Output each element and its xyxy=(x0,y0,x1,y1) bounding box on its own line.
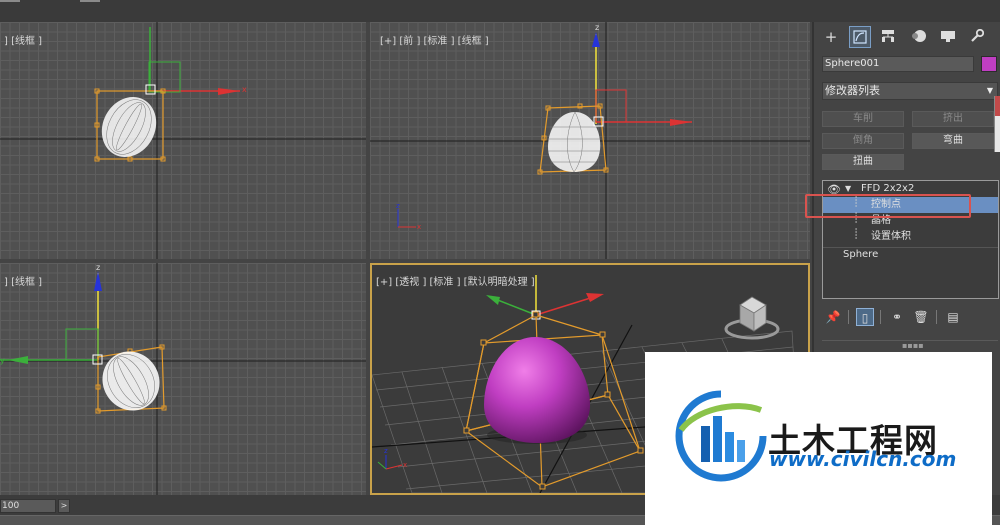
bevel-button[interactable]: 倒角 xyxy=(822,133,904,149)
watermark-url: www.civilcn.com xyxy=(769,447,957,471)
configure-modifier-sets-icon[interactable]: ▤ xyxy=(944,308,962,326)
modifier-stack: 👁 ▼ FFD 2x2x2 ┊ 控制点 ┊ 晶格 ┊ 设置体积 Sphere xyxy=(805,180,999,299)
viewport-label[interactable]: ] [线框 ] xyxy=(4,273,42,288)
stack-toolbar: 📌 ▯ ⚭ 🗑 ▤ xyxy=(822,306,998,328)
menu-fragment xyxy=(80,0,100,2)
modifier-list-dropdown[interactable]: 修改器列表 ▼ xyxy=(822,82,998,100)
viewport-front[interactable]: z z x [+] [前 ] [标准 ] [线框 ] xyxy=(370,22,810,259)
axis-label: x xyxy=(417,223,421,231)
axis-label: z xyxy=(396,202,400,210)
toolbar-divider xyxy=(936,310,937,324)
axis-label: y xyxy=(0,356,5,365)
next-frame-button[interactable]: > xyxy=(58,499,70,513)
viewport-top[interactable]: x ] [线框 ] xyxy=(0,22,366,259)
stack-item-label: Sphere xyxy=(843,249,879,260)
pin-stack-icon[interactable]: 📌 xyxy=(824,308,842,326)
tree-connector: ┊ xyxy=(853,229,860,240)
watermark: 土木工程网 www.civilcn.com xyxy=(645,352,992,525)
display-icon[interactable] xyxy=(938,26,960,48)
panel-scrollbar[interactable] xyxy=(994,96,1000,152)
stack-subitem-label: 设置体积 xyxy=(871,231,911,242)
axis-label: z xyxy=(384,447,388,455)
create-icon[interactable]: + xyxy=(820,26,842,48)
axis-label: x xyxy=(242,85,247,94)
motion-icon[interactable] xyxy=(908,26,930,48)
dropdown-caret-icon: ▼ xyxy=(986,86,993,95)
viewport-label[interactable]: [+] [透视 ] [标准 ] [默认明暗处理 ] xyxy=(376,273,535,288)
modifier-list-label: 修改器列表 xyxy=(825,84,880,97)
modify-icon[interactable] xyxy=(849,26,871,48)
lathe-button[interactable]: 车削 xyxy=(822,111,904,127)
menu-fragment xyxy=(0,0,20,2)
scrollbar-thumb[interactable] xyxy=(995,96,1000,116)
axis-label: z xyxy=(595,23,599,32)
make-unique-icon[interactable]: ⚭ xyxy=(888,308,906,326)
viewport-top-canvas: x xyxy=(0,22,366,259)
remove-modifier-icon[interactable]: 🗑 xyxy=(912,308,930,326)
viewport-label[interactable]: [+] [前 ] [标准 ] [线框 ] xyxy=(380,32,489,47)
utilities-icon[interactable] xyxy=(967,26,989,48)
viewport-label[interactable]: ] [线框 ] xyxy=(4,32,42,47)
frame-counter[interactable]: 100 xyxy=(0,499,56,513)
axis-label: z xyxy=(96,263,100,272)
viewport-left[interactable]: z y ] [线框 ] xyxy=(0,263,366,495)
twist-button[interactable]: 扭曲 xyxy=(822,154,904,170)
show-end-result-icon[interactable]: ▯ xyxy=(856,308,874,326)
watermark-logo xyxy=(675,390,767,482)
stack-item-sphere[interactable]: Sphere xyxy=(823,247,998,263)
annotation-highlight xyxy=(805,194,971,218)
object-color-swatch[interactable] xyxy=(981,56,997,72)
rollout-grip-icon[interactable]: ▪▪▪▪ xyxy=(902,341,924,350)
object-name-field[interactable]: Sphere001 xyxy=(822,56,974,72)
stack-subitem-set-volume[interactable]: ┊ 设置体积 xyxy=(823,229,998,245)
panel-tabs: + xyxy=(814,22,1000,50)
toolbar-divider xyxy=(880,310,881,324)
menu-strip xyxy=(0,0,1000,22)
hierarchy-icon[interactable] xyxy=(878,26,900,48)
toolbar-divider xyxy=(848,310,849,324)
viewport-front-canvas: z z x xyxy=(370,22,810,259)
bend-button[interactable]: 弯曲 xyxy=(912,133,994,149)
axis-label: x xyxy=(403,461,407,469)
extrude-button[interactable]: 挤出 xyxy=(912,111,994,127)
viewport-left-canvas: z y xyxy=(0,263,366,495)
